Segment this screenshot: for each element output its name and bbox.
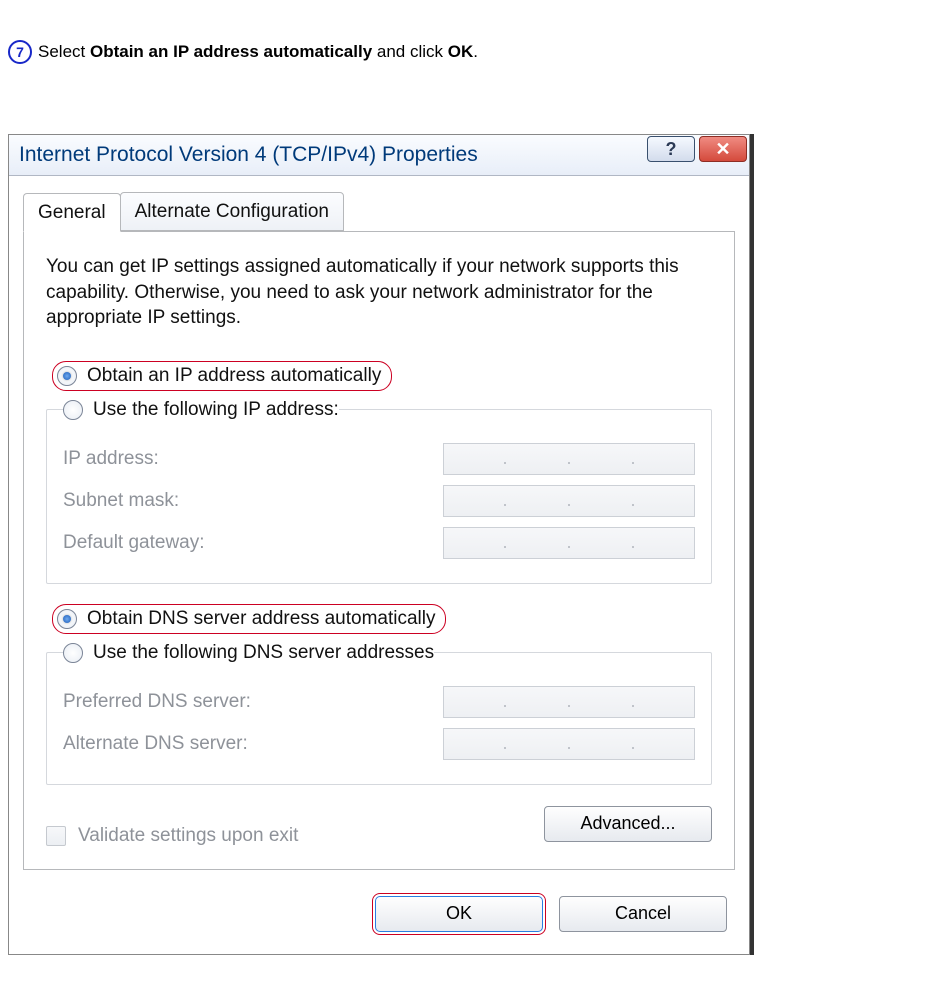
close-icon: ✕ — [715, 139, 730, 160]
highlight-obtain-dns-auto: Obtain DNS server address automatically — [52, 604, 446, 634]
label-alternate-dns: Alternate DNS server: — [63, 733, 248, 755]
help-icon: ? — [666, 139, 677, 160]
radio-dot-icon — [63, 615, 71, 623]
dialog-button-row: OK Cancel — [23, 896, 735, 932]
label-preferred-dns: Preferred DNS server: — [63, 691, 251, 713]
tab-strip: General Alternate Configuration — [23, 192, 735, 232]
radio-obtain-ip-auto-wrapper: Obtain an IP address automatically — [46, 357, 712, 395]
tab-general[interactable]: General — [23, 193, 121, 232]
radio-use-dns-legend: Use the following DNS server addresses — [63, 642, 434, 664]
radio-obtain-ip-auto[interactable] — [57, 366, 77, 386]
instruction-text: Select Obtain an IP address automaticall… — [38, 42, 478, 62]
validate-checkbox-row: Validate settings upon exit — [46, 825, 298, 847]
ok-button[interactable]: OK — [375, 896, 543, 932]
row-default-gateway: Default gateway: ... — [63, 527, 695, 559]
step-number-badge: 7 — [8, 40, 32, 64]
help-button[interactable]: ? — [647, 136, 695, 162]
advanced-button[interactable]: Advanced... — [544, 806, 712, 842]
radio-obtain-ip-auto-label: Obtain an IP address automatically — [87, 365, 381, 387]
input-ip-address[interactable]: ... — [443, 443, 695, 475]
row-alternate-dns: Alternate DNS server: ... — [63, 728, 695, 760]
tcpip-properties-dialog: Internet Protocol Version 4 (TCP/IPv4) P… — [8, 134, 750, 955]
validate-and-advanced-row: Validate settings upon exit Advanced... — [46, 801, 712, 847]
radio-obtain-dns-auto-label: Obtain DNS server address automatically — [87, 608, 435, 630]
radio-use-ip[interactable] — [63, 400, 83, 420]
row-ip-address: IP address: ... — [63, 443, 695, 475]
radio-obtain-dns-auto[interactable] — [57, 609, 77, 629]
radio-dot-icon — [63, 372, 71, 380]
label-subnet-mask: Subnet mask: — [63, 490, 179, 512]
group-use-ip: Use the following IP address: IP address… — [46, 399, 712, 584]
checkbox-validate-label: Validate settings upon exit — [78, 825, 298, 847]
label-default-gateway: Default gateway: — [63, 532, 205, 554]
close-button[interactable]: ✕ — [699, 136, 747, 162]
highlight-obtain-ip-auto: Obtain an IP address automatically — [52, 361, 392, 391]
row-preferred-dns: Preferred DNS server: ... — [63, 686, 695, 718]
dialog-title: Internet Protocol Version 4 (TCP/IPv4) P… — [19, 143, 478, 167]
dialog-titlebar: Internet Protocol Version 4 (TCP/IPv4) P… — [9, 135, 749, 176]
titlebar-buttons: ? ✕ — [643, 142, 747, 168]
radio-use-dns[interactable] — [63, 643, 83, 663]
checkbox-validate[interactable] — [46, 826, 66, 846]
cancel-button[interactable]: Cancel — [559, 896, 727, 932]
radio-use-dns-label: Use the following DNS server addresses — [93, 642, 434, 664]
input-default-gateway[interactable]: ... — [443, 527, 695, 559]
radio-obtain-dns-auto-wrapper: Obtain DNS server address automatically — [46, 600, 712, 638]
input-preferred-dns[interactable]: ... — [443, 686, 695, 718]
tab-alternate-configuration[interactable]: Alternate Configuration — [120, 192, 344, 231]
instruction-step: 7 Select Obtain an IP address automatica… — [8, 40, 951, 64]
row-subnet-mask: Subnet mask: ... — [63, 485, 695, 517]
group-use-dns: Use the following DNS server addresses P… — [46, 642, 712, 785]
intro-text: You can get IP settings assigned automat… — [46, 254, 712, 331]
dialog-client-area: General Alternate Configuration You can … — [9, 176, 749, 954]
label-ip-address: IP address: — [63, 448, 159, 470]
tab-pane-general: You can get IP settings assigned automat… — [23, 232, 735, 870]
radio-use-ip-label: Use the following IP address: — [93, 399, 339, 421]
input-alternate-dns[interactable]: ... — [443, 728, 695, 760]
input-subnet-mask[interactable]: ... — [443, 485, 695, 517]
radio-use-ip-legend: Use the following IP address: — [63, 399, 339, 421]
